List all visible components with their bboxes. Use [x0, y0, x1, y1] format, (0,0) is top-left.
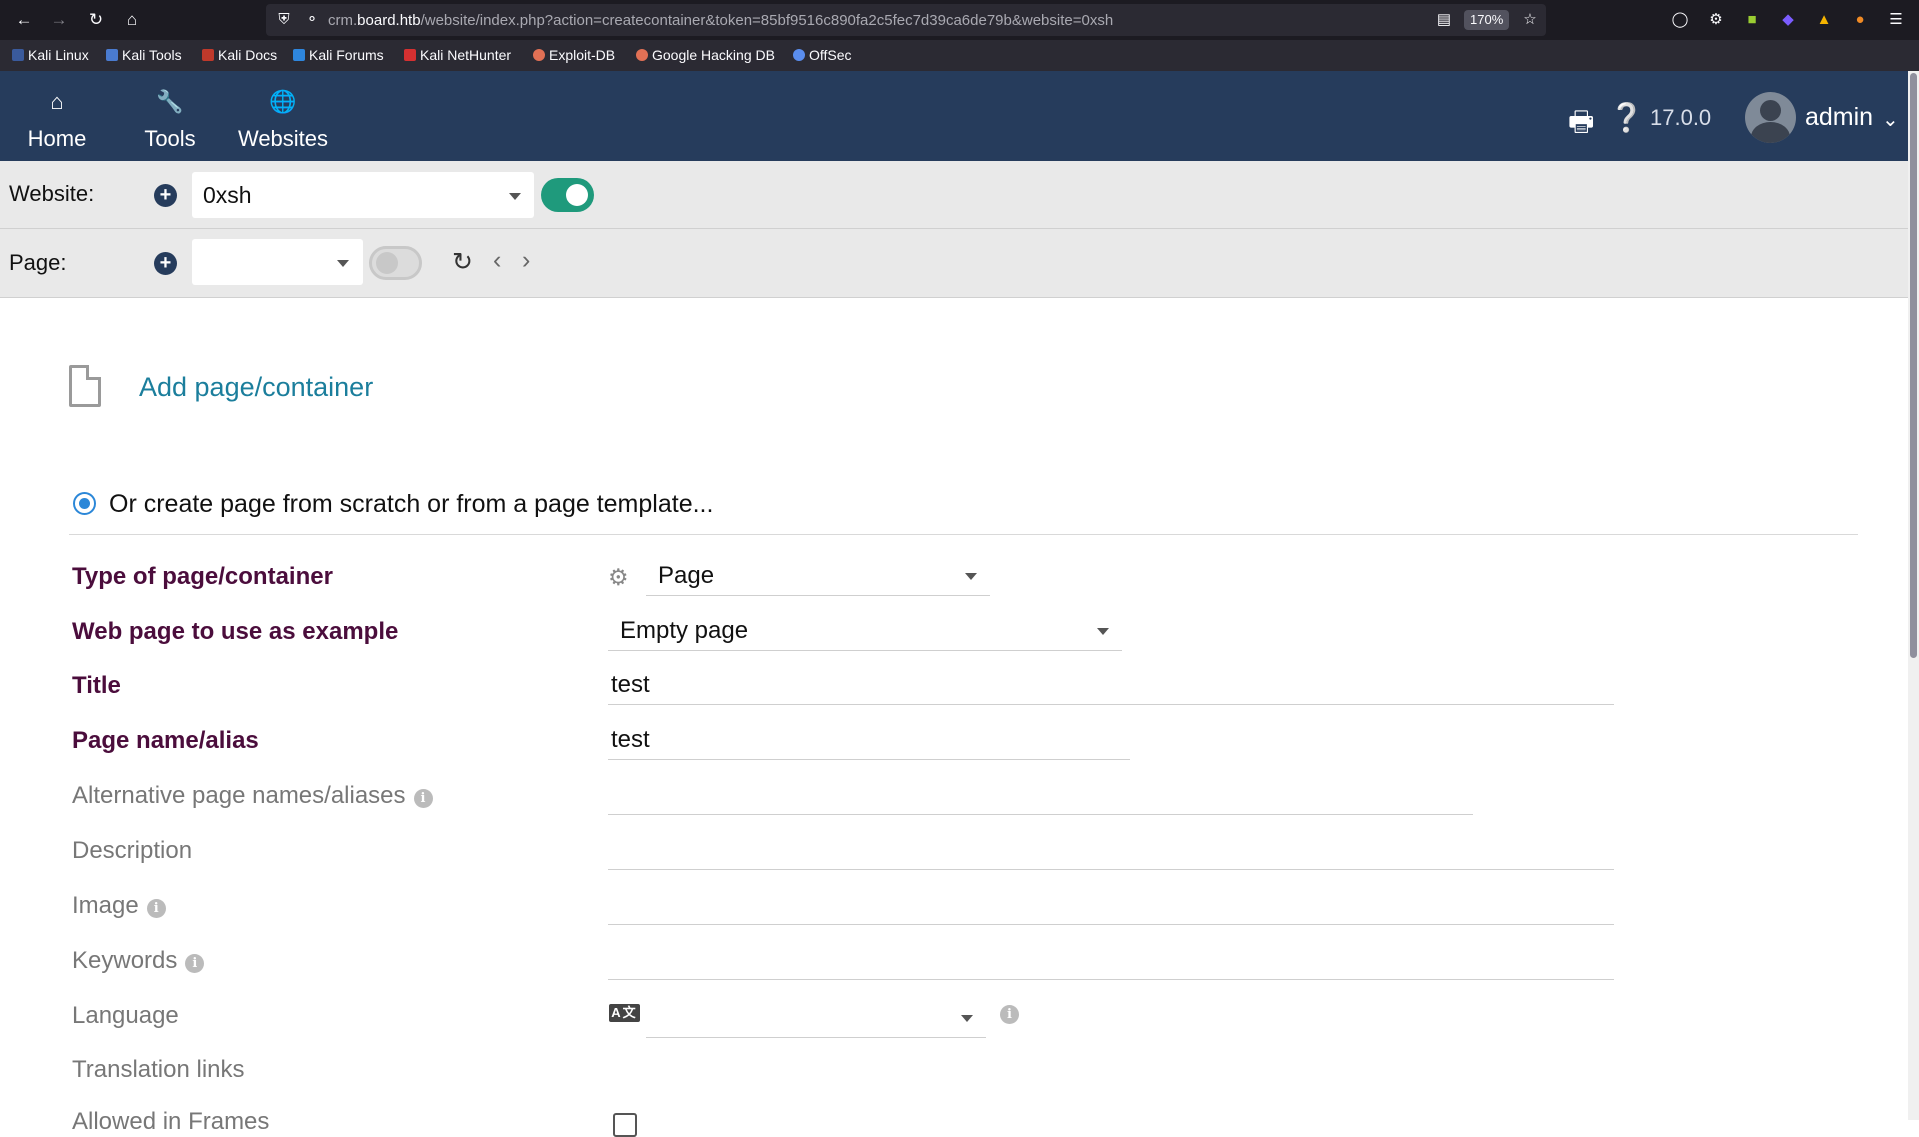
pocket-icon[interactable]: ◯: [1670, 10, 1690, 30]
website-label: Website:: [9, 181, 95, 206]
home-icon: ⌂: [50, 89, 64, 114]
wrench-icon: 🔧: [156, 89, 184, 114]
dropdown-caret-icon: [1097, 628, 1109, 635]
nav-tools[interactable]: 🔧 Tools: [137, 71, 203, 161]
image-label: Image i: [72, 892, 166, 920]
dropdown-caret-icon: [961, 1015, 973, 1022]
zoom-badge[interactable]: 170%: [1464, 10, 1510, 30]
extensions-icon[interactable]: ⚙: [1706, 10, 1726, 30]
type-label: Type of page/container: [72, 563, 333, 590]
translation-label: Translation links: [72, 1056, 245, 1083]
page-select[interactable]: [192, 239, 363, 285]
forward-icon[interactable]: →: [47, 8, 71, 32]
gears-icon: ⚙: [608, 564, 629, 590]
browser-toolbar: ← → ↻ ⌂ ⛨ ⚬ crm.board.htb/website/index.…: [0, 0, 1919, 40]
shield-icon: ⛨: [278, 11, 290, 28]
type-select[interactable]: Page: [646, 556, 990, 596]
info-icon[interactable]: i: [413, 789, 433, 808]
nav-home[interactable]: ⌂ Home: [22, 71, 92, 161]
divider: [69, 534, 1858, 535]
info-icon[interactable]: i: [146, 899, 166, 918]
website-enabled-toggle[interactable]: [541, 178, 594, 212]
alt-alias-input[interactable]: [608, 775, 1473, 815]
alias-label: Page name/alias: [72, 727, 259, 754]
reader-icon[interactable]: ▤: [1434, 10, 1454, 30]
lock-icon: ⚬: [305, 11, 319, 28]
add-website-button[interactable]: +: [154, 184, 177, 207]
dropdown-caret-icon: [509, 193, 521, 200]
add-page-button[interactable]: +: [154, 252, 177, 275]
bookmark-offsec[interactable]: OffSec: [793, 47, 852, 63]
keywords-label: Keywords i: [72, 947, 205, 975]
nav-websites[interactable]: 🌐 Websites: [236, 71, 330, 161]
dropdown-caret-icon: [965, 573, 977, 580]
bookmark-kali-linux[interactable]: Kali Linux: [12, 47, 89, 63]
create-from-scratch-radio[interactable]: [73, 492, 96, 515]
extension-icon[interactable]: ▲: [1814, 10, 1834, 30]
page-title: Add page/container: [139, 372, 374, 402]
language-label: Language: [72, 1002, 179, 1029]
example-select[interactable]: Empty page: [608, 611, 1122, 651]
info-icon[interactable]: i: [1000, 1005, 1019, 1024]
burp-extension-icon[interactable]: ■: [1742, 10, 1762, 30]
foxyproxy-icon[interactable]: ●: [1850, 10, 1870, 30]
dropdown-caret-icon: [337, 260, 349, 267]
frames-checkbox[interactable]: [613, 1113, 637, 1137]
info-icon[interactable]: i: [185, 954, 205, 973]
ublock-icon[interactable]: ◆: [1778, 10, 1798, 30]
description-input[interactable]: [608, 830, 1614, 870]
image-input[interactable]: [608, 885, 1614, 925]
back-icon[interactable]: ←: [12, 8, 36, 32]
language-select[interactable]: [646, 998, 986, 1038]
version-label: 17.0.0: [1650, 105, 1712, 130]
file-icon: [69, 365, 101, 407]
frames-label: Allowed in Frames: [72, 1108, 270, 1135]
chevron-down-icon[interactable]: ⌄: [1882, 107, 1899, 132]
next-page-icon[interactable]: ›: [522, 246, 530, 275]
title-label: Title: [72, 672, 121, 699]
title-input[interactable]: test: [608, 665, 1614, 705]
page-label: Page:: [9, 250, 67, 275]
home-browser-icon[interactable]: ⌂: [120, 8, 144, 32]
keywords-input[interactable]: [608, 940, 1614, 980]
help-icon[interactable]: ❔: [1609, 101, 1644, 134]
bookmark-kali-forums[interactable]: Kali Forums: [293, 47, 384, 63]
page-toolbar: Page: + ↻ ‹ ›: [0, 229, 1908, 298]
bookmark-exploit-db[interactable]: Exploit-DB: [533, 47, 615, 63]
website-toolbar: Website: + 0xsh: [0, 161, 1908, 229]
top-navigation: ⌂ Home 🔧 Tools 🌐 Websites 🖶 ❔ 17.0.0 adm…: [0, 71, 1908, 161]
avatar[interactable]: [1745, 92, 1796, 143]
scroll-thumb[interactable]: [1910, 73, 1917, 658]
bookmark-kali-tools[interactable]: Kali Tools: [106, 47, 182, 63]
bookmarks-bar: Kali Linux Kali Tools Kali Docs Kali For…: [0, 40, 1919, 71]
globe-icon: 🌐: [269, 89, 297, 114]
page-enabled-toggle[interactable]: [369, 246, 422, 280]
description-label: Description: [72, 837, 193, 864]
website-select[interactable]: 0xsh: [192, 172, 534, 218]
user-name[interactable]: admin: [1805, 103, 1873, 132]
star-icon[interactable]: ☆: [1520, 10, 1540, 30]
address-bar[interactable]: ⛨ ⚬ crm.board.htb/website/index.php?acti…: [266, 4, 1546, 36]
url-text[interactable]: crm.board.htb/website/index.php?action=c…: [328, 12, 1113, 29]
scrollbar[interactable]: [1908, 71, 1919, 1120]
translate-icon: A文: [609, 1004, 640, 1022]
bookmark-kali-docs[interactable]: Kali Docs: [202, 47, 277, 63]
reload-icon[interactable]: ↻: [84, 8, 108, 32]
bookmark-kali-nethunter[interactable]: Kali NetHunter: [404, 47, 511, 63]
print-icon[interactable]: 🖶: [1568, 101, 1594, 149]
alias-input[interactable]: test: [608, 720, 1130, 760]
create-from-scratch-label[interactable]: Or create page from scratch or from a pa…: [109, 490, 713, 519]
bookmark-google-hacking-db[interactable]: Google Hacking DB: [636, 47, 775, 63]
example-label: Web page to use as example: [72, 618, 399, 645]
alt-alias-label: Alternative page names/aliases i: [72, 782, 433, 810]
previous-page-icon[interactable]: ‹: [493, 246, 501, 275]
menu-icon[interactable]: ☰: [1886, 10, 1906, 30]
refresh-icon[interactable]: ↻: [452, 247, 473, 277]
